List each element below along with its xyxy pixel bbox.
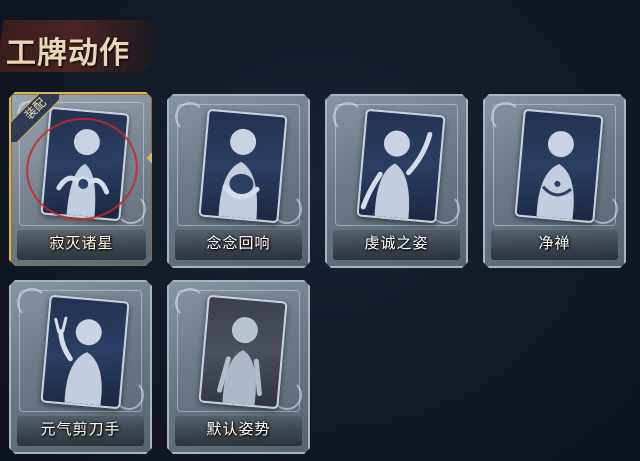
- action-card-4[interactable]: 净禅: [483, 94, 626, 268]
- gold-corner-icon: [146, 152, 152, 164]
- silhouette-default-icon: [217, 317, 262, 406]
- card-portrait: [40, 294, 130, 410]
- action-card-3[interactable]: 虔诚之姿: [325, 94, 468, 268]
- card-portrait: [356, 108, 446, 224]
- swirl-ornament-icon: [491, 102, 521, 132]
- silhouette-hug-icon: [218, 128, 260, 220]
- action-card-6[interactable]: 默认姿势: [167, 280, 310, 454]
- card-label: 净禅: [538, 234, 571, 252]
- action-card-grid: 寂灭诸星 装配 念念回响 虔诚之姿 净禅 元气剪刀手 默认姿势: [0, 0, 640, 461]
- swirl-ornament-icon: [17, 288, 47, 318]
- silhouette-peace-sign-icon: [54, 316, 102, 406]
- card-label: 寂灭诸星: [49, 234, 114, 252]
- swirl-ornament-icon: [333, 102, 363, 132]
- card-portrait: [514, 108, 604, 224]
- swirl-ornament-icon: [175, 288, 205, 318]
- action-card-5[interactable]: 元气剪刀手: [9, 280, 152, 454]
- swirl-ornament-icon: [175, 102, 205, 132]
- card-portrait: [198, 108, 288, 224]
- card-label: 虔诚之姿: [364, 234, 429, 252]
- card-label: 念念回响: [206, 234, 271, 252]
- silhouette-wave-icon: [360, 130, 433, 219]
- card-label: 元气剪刀手: [40, 420, 121, 438]
- action-card-2[interactable]: 念念回响: [167, 94, 310, 268]
- card-portrait: [198, 294, 288, 410]
- silhouette-meditate-icon: [536, 131, 574, 220]
- card-label: 默认姿势: [206, 420, 271, 438]
- action-card-1[interactable]: 寂灭诸星 装配: [9, 92, 152, 266]
- equipped-badge: 装配: [11, 94, 59, 142]
